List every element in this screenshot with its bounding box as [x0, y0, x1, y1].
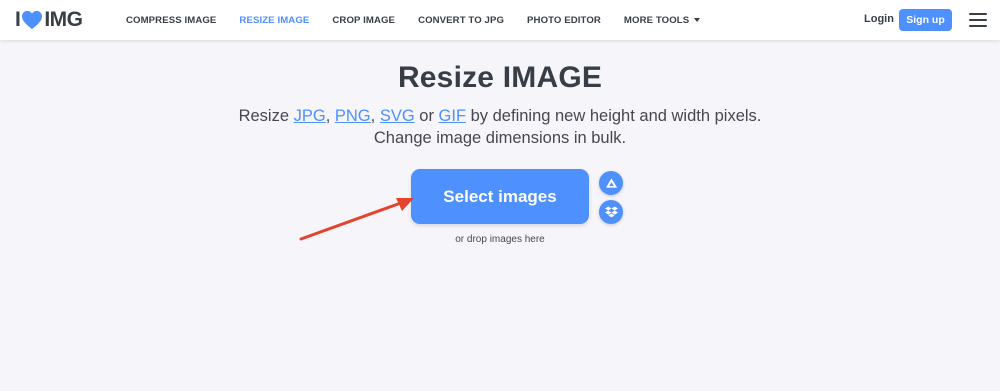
- red-pointer-arrow-icon: [299, 198, 414, 241]
